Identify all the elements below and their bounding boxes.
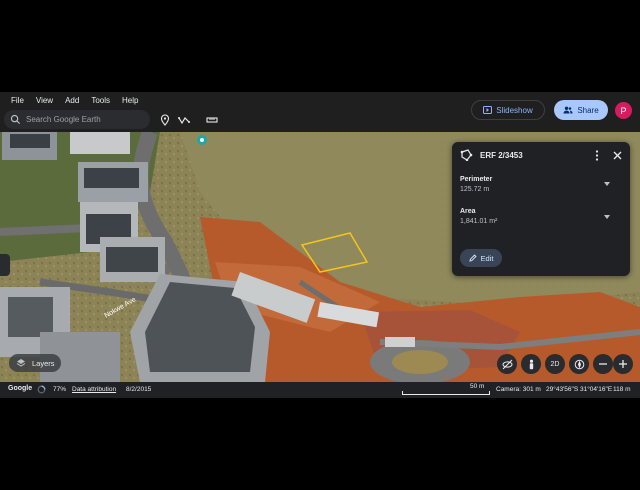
zoom-out-button[interactable] [593,354,613,374]
more-options-icon[interactable] [594,150,600,161]
scale-label: 50 m [470,383,485,390]
search-icon [10,114,21,125]
perimeter-unit-dropdown-icon[interactable] [604,182,610,186]
plus-icon [619,360,627,368]
perimeter-label: Perimeter [460,176,493,183]
slideshow-icon [483,106,493,114]
people-icon [563,106,573,114]
perimeter-value: 125.72 m [460,186,490,193]
menu-add[interactable]: Add [65,96,79,105]
search-box[interactable] [4,110,150,129]
avatar[interactable]: P [615,102,632,119]
load-percent: 77% [53,386,67,393]
panel-title: ERF 2/3453 [480,151,523,160]
view-2d-button[interactable]: 2D [545,354,565,374]
google-logo: Google [8,385,33,392]
slideshow-button[interactable]: Slideshow [471,100,545,120]
search-input[interactable] [26,115,144,124]
menu-file[interactable]: File [11,96,24,105]
street-view-button[interactable] [497,354,517,374]
menu-help[interactable]: Help [122,96,138,105]
status-bar: Google 77% Data attribution 8/2/2015 50 … [0,382,640,398]
compass-button[interactable] [569,354,589,374]
imagery-date: 8/2/2015 [126,386,152,393]
scale-bar [402,391,490,395]
placemark-icon[interactable] [159,114,171,126]
area-unit-dropdown-icon[interactable] [604,215,610,219]
area-label: Area [460,208,476,215]
pegman-icon [529,359,533,369]
close-icon[interactable] [613,151,622,160]
compass-icon [574,359,584,369]
measure-icon[interactable] [206,114,218,126]
menu-view[interactable]: View [36,96,53,105]
left-edge-handle[interactable] [0,254,10,276]
area-value: 1,841.01 m² [460,218,498,225]
polygon-shape-icon [460,149,473,161]
feature-info-panel: ERF 2/3453 Perimeter 125.72 m Area 1,841… [452,142,630,276]
minus-icon [599,363,607,365]
layers-icon [16,359,26,367]
slideshow-label: Slideshow [496,105,533,115]
elevation: 118 m [613,386,631,393]
share-label: Share [577,105,599,115]
share-button[interactable]: Share [554,100,608,120]
camera-altitude: Camera: 301 m [496,386,541,393]
edit-label: Edit [480,253,494,263]
layers-label: Layers [32,358,55,368]
menu-tools[interactable]: Tools [91,96,110,105]
pegman-button[interactable] [521,354,541,374]
pencil-icon [468,254,477,262]
map-pin-icon[interactable] [197,135,207,145]
edit-button[interactable]: Edit [460,249,502,267]
layers-button[interactable]: Layers [9,354,61,372]
data-attribution-link[interactable]: Data attribution [72,386,116,393]
coordinates: 29°43'56"S 31°04'16"E [546,386,613,393]
zoom-in-button[interactable] [613,354,633,374]
google-earth-window: File View Add Tools Help Slideshow Share… [0,92,640,398]
hide-icon [502,359,512,369]
loading-spinner-icon [37,385,46,394]
path-icon[interactable] [178,114,190,126]
